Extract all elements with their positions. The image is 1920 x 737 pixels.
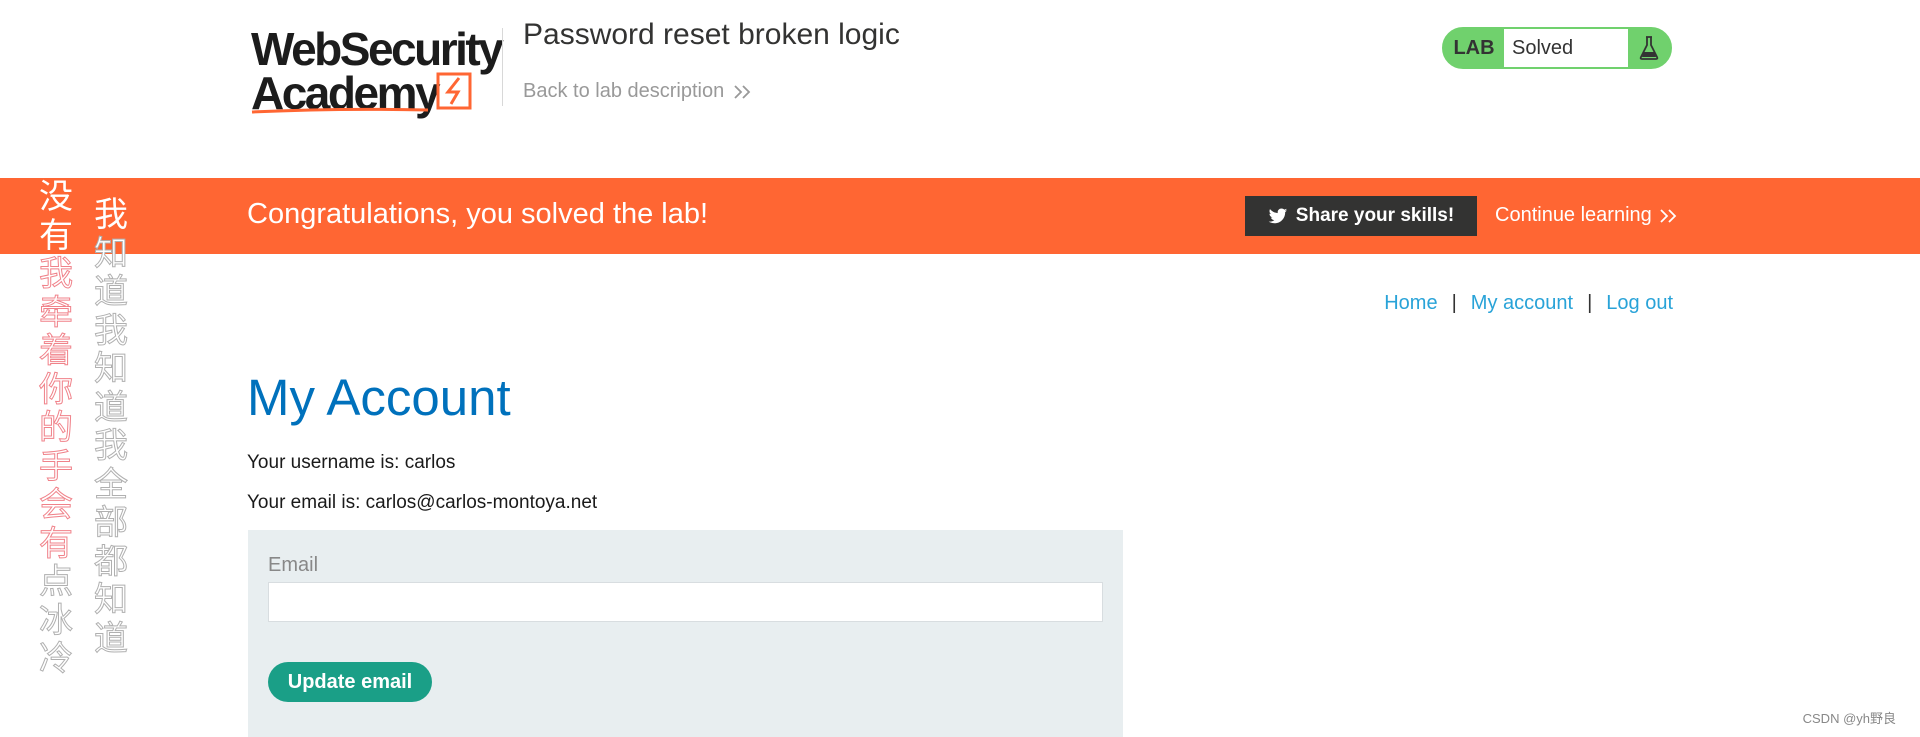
lab-title: Password reset broken logic [523,18,900,51]
overlay-char: 道 [94,618,129,659]
lab-status-badge: LAB Solved [1442,27,1672,69]
overlay-char: 我 [94,310,129,351]
lab-status-label: LAB [1453,36,1495,59]
continue-learning-label: Continue learning [1495,204,1652,226]
overlay-char: 我 [39,254,74,294]
lab-status-value: Solved [1504,29,1628,67]
csdn-watermark: CSDN @yh野良 [1802,711,1896,726]
overlay-char: 手 [39,446,74,487]
twitter-bird-icon [1268,208,1287,223]
share-your-skills-button[interactable]: Share your skills! [1245,196,1477,236]
change-email-form: Email Update email [248,530,1123,737]
overlay-char: 道 [94,272,129,312]
overlay-char: 有 [39,215,73,256]
back-link-label: Back to lab description [523,80,725,102]
overlay-char: 道 [94,387,129,428]
overlay-char: 着 [39,331,74,371]
email-field-label: Email [268,554,319,576]
account-navigation: Home | My account | Log out [1384,292,1673,315]
overlay-char: 我 [94,426,129,466]
overlay-char: 的 [39,408,74,448]
overlay-char: 会 [39,485,74,525]
email-text: Your email is: carlos@carlos-montoya.net [247,492,598,513]
overlay-char: 部 [94,503,129,543]
continue-learning-link[interactable]: Continue learning [1495,204,1680,227]
congratulations-message: Congratulations, you solved the lab! [247,198,709,230]
nav-separator: | [1451,292,1457,314]
email-input[interactable] [268,582,1103,622]
back-to-lab-description-link[interactable]: Back to lab description [523,80,754,103]
web-security-academy-logo[interactable]: WebSecurity Academy [248,22,504,118]
overlay-char: 我 [94,195,128,235]
overlay-char: 有 [39,523,74,564]
overlay-char: 知 [94,580,129,620]
double-chevron-right-icon [734,84,751,99]
share-button-label: Share your skills! [1295,205,1455,226]
logo-bolt-icon [251,72,472,114]
nav-log-out-link[interactable]: Log out [1606,292,1673,315]
vertical-overlay-text-right: 我 知 道 我 知 道 我 全 部 都 知 道 [91,196,131,658]
nav-home-link[interactable]: Home [1384,292,1437,315]
header-divider [502,28,503,106]
overlay-char: 知 [94,233,129,274]
nav-my-account-link[interactable]: My account [1471,292,1573,315]
solved-banner: Congratulations, you solved the lab! Sha… [0,178,1920,254]
username-text: Your username is: carlos [247,452,456,473]
flask-icon [1628,29,1670,67]
double-chevron-right-icon [1660,208,1677,223]
overlay-char: 都 [94,541,129,582]
overlay-char: 知 [94,349,129,389]
overlay-char: 没 [39,177,73,217]
overlay-char: 你 [39,369,74,410]
overlay-char: 冷 [39,639,74,679]
overlay-char: 冰 [39,600,74,641]
page-title: My Account [247,369,511,426]
vertical-overlay-text-left: 没 有 我 牵 着 你 的 手 会 有 点 冰 冷 [36,178,76,679]
overlay-char: 点 [39,562,74,602]
nav-separator: | [1587,292,1593,314]
overlay-char: 全 [94,464,129,505]
overlay-char: 牵 [39,292,74,333]
update-email-button[interactable]: Update email [268,662,432,702]
